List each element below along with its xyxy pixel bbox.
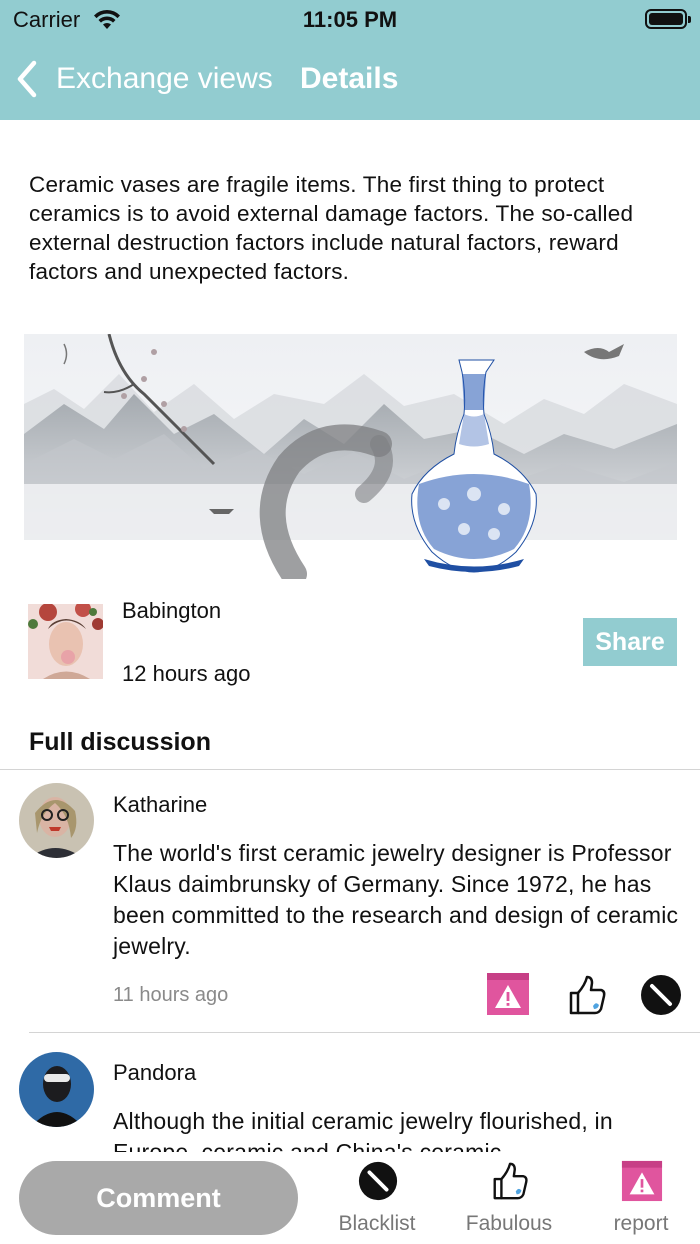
report-icon [621, 1160, 663, 1202]
tab-report[interactable]: report [581, 1160, 700, 1240]
thumbs-up-icon[interactable] [565, 973, 609, 1017]
commenter-name: Pandora [113, 1060, 197, 1085]
navigation-bar: Exchange views Details [0, 50, 700, 110]
back-label: Exchange views [56, 62, 273, 95]
vase-landscape-illustration [24, 334, 677, 579]
status-bar: Carrier 11:05 PM [0, 0, 700, 40]
article-text: Ceramic vases are fragile items. The fir… [29, 172, 634, 284]
comment-list: Katharine The world's first ceramic jewe… [0, 770, 700, 1152]
commenter-avatar[interactable] [19, 783, 94, 858]
blacklist-icon [358, 1161, 398, 1201]
commenter-photo [19, 1052, 94, 1127]
author-time: 12 hours ago [122, 661, 251, 686]
commenter-avatar[interactable] [19, 1052, 94, 1127]
tab-label: Fabulous [465, 1212, 553, 1235]
tab-label: Blacklist [338, 1212, 416, 1235]
chevron-left-icon [17, 60, 37, 98]
commenter-photo [19, 783, 94, 858]
comment-time: 11 hours ago [113, 984, 229, 1006]
comment-divider [29, 1032, 700, 1033]
banner-image [24, 334, 677, 579]
bottom-toolbar: Comment Blacklist Fabulous report [0, 1152, 700, 1244]
report-icon[interactable] [486, 972, 530, 1016]
author-photo [28, 604, 103, 679]
tab-fabulous[interactable]: Fabulous [449, 1160, 569, 1240]
comment-text: The world's first ceramic jewelry design… [113, 840, 679, 959]
share-button[interactable]: Share [583, 618, 677, 666]
page-title: Details [300, 62, 399, 95]
blacklist-icon[interactable] [639, 973, 683, 1017]
tab-label: report [613, 1212, 669, 1235]
back-button[interactable]: Exchange views [14, 56, 273, 102]
header: Carrier 11:05 PM Exchange views Details [0, 0, 700, 120]
tab-blacklist[interactable]: Blacklist [317, 1160, 437, 1240]
author-avatar[interactable] [28, 604, 103, 679]
thumbs-up-icon [493, 1162, 528, 1200]
comment-button[interactable]: Comment [19, 1161, 298, 1235]
discussion-title: Full discussion [29, 728, 211, 756]
battery-icon [645, 9, 691, 29]
author-name: Babington [122, 598, 222, 623]
commenter-name: Katharine [113, 792, 208, 817]
comment-text: Although the initial ceramic jewelry flo… [113, 1108, 613, 1152]
clock: 11:05 PM [302, 7, 398, 32]
